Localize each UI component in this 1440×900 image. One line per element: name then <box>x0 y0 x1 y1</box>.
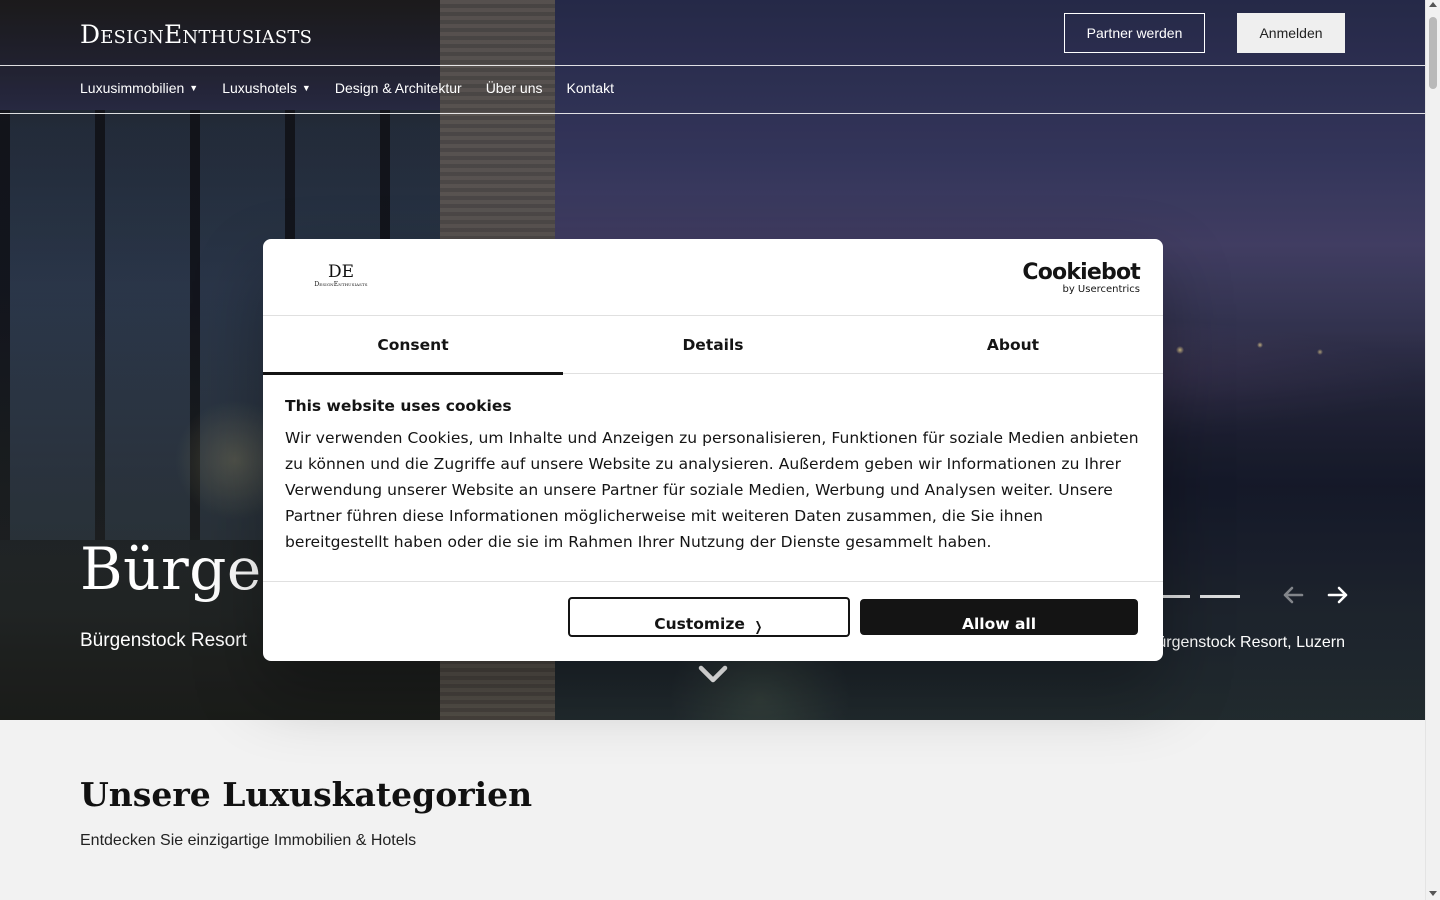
cookie-dialog-header: DE DesignEnthusiasts Cookiebot by Userce… <box>263 239 1163 316</box>
cookie-dialog: DE DesignEnthusiasts Cookiebot by Userce… <box>263 239 1163 661</box>
cookiebot-logo[interactable]: Cookiebot by Usercentrics <box>1022 260 1140 296</box>
cookie-tabs: Consent Details About <box>263 316 1163 375</box>
tab-consent[interactable]: Consent <box>263 316 563 375</box>
cookie-description: Wir verwenden Cookies, um Inhalte und An… <box>285 429 1139 551</box>
cookiebot-wordmark: Cookiebot <box>1022 260 1140 285</box>
site-logo-small: DE DesignEnthusiasts <box>307 263 375 288</box>
cookie-dialog-body: This website uses cookies Wir verwenden … <box>285 397 1145 555</box>
cookiebot-byline: by Usercentrics <box>1062 284 1140 295</box>
customize-label: Customize <box>654 615 745 633</box>
cookie-overlay: DE DesignEnthusiasts Cookiebot by Userce… <box>0 0 1440 900</box>
allow-all-button[interactable]: Allow all <box>860 599 1138 635</box>
cookie-dialog-footer: Customize ❯ Allow all <box>263 581 1163 661</box>
logo-mark: DE <box>327 262 355 282</box>
logo-text: DesignEnthusiasts <box>314 281 368 288</box>
cookie-heading: This website uses cookies <box>285 397 512 415</box>
tab-about[interactable]: About <box>863 316 1163 374</box>
customize-button[interactable]: Customize ❯ <box>568 597 850 637</box>
tab-details[interactable]: Details <box>563 316 863 374</box>
chevron-right-icon: ❯ <box>754 620 763 635</box>
